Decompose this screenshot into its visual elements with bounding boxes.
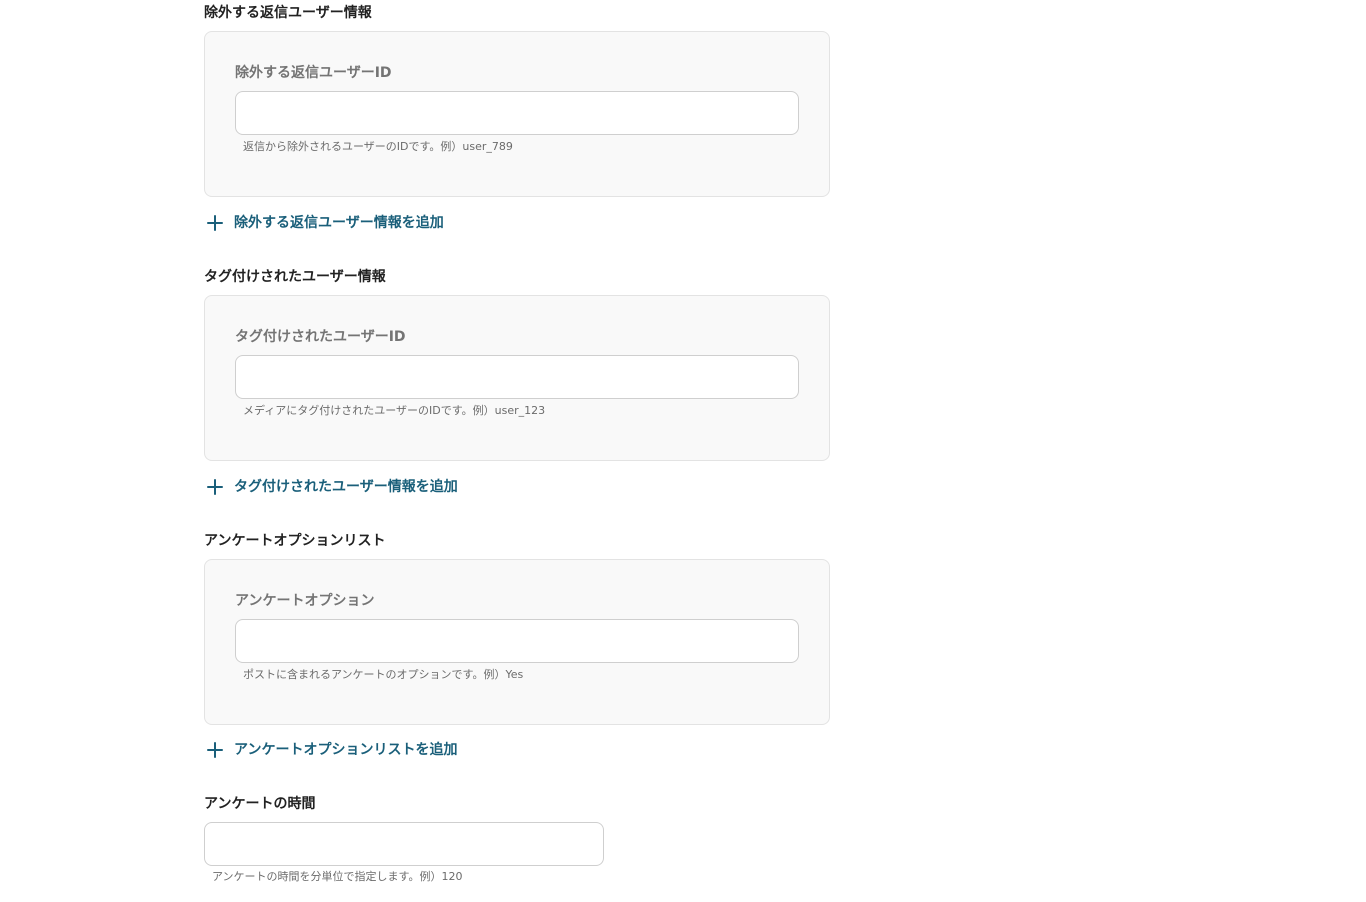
field-label-excluded-reply-user-id: 除外する返信ユーザーID <box>235 65 392 81</box>
plus-icon <box>205 477 225 497</box>
hint-tagged-user-id: メディアにタグ付けされたユーザーのIDです。例）user_123 <box>243 404 546 417</box>
poll-option-input[interactable] <box>235 619 799 663</box>
hint-poll-duration: アンケートの時間を分単位で指定します。例）120 <box>212 870 463 883</box>
section-title-poll-options: アンケートオプションリスト <box>204 533 386 549</box>
section-title-excluded-reply-users: 除外する返信ユーザー情報 <box>204 5 372 21</box>
excluded-reply-user-id-input[interactable] <box>235 91 799 135</box>
hint-poll-option: ポストに含まれるアンケートのオプションです。例）Yes <box>243 668 524 681</box>
add-excluded-reply-user-button[interactable]: 除外する返信ユーザー情報を追加 <box>204 211 444 235</box>
add-tagged-user-label: タグ付けされたユーザー情報を追加 <box>234 479 458 495</box>
add-tagged-user-button[interactable]: タグ付けされたユーザー情報を追加 <box>204 475 458 499</box>
plus-icon <box>205 213 225 233</box>
field-label-poll-option: アンケートオプション <box>235 593 375 609</box>
hint-excluded-reply-user-id: 返信から除外されるユーザーのIDです。例）user_789 <box>243 140 513 153</box>
tagged-user-id-input[interactable] <box>235 355 799 399</box>
poll-duration-input[interactable] <box>204 822 604 866</box>
add-poll-option-button[interactable]: アンケートオプションリストを追加 <box>204 738 457 762</box>
panel-tagged-users: タグ付けされたユーザーID メディアにタグ付けされたユーザーのIDです。例）us… <box>204 295 830 461</box>
section-title-tagged-users: タグ付けされたユーザー情報 <box>204 269 386 285</box>
panel-excluded-reply-users: 除外する返信ユーザーID 返信から除外されるユーザーのIDです。例）user_7… <box>204 31 830 197</box>
panel-poll-options: アンケートオプション ポストに含まれるアンケートのオプションです。例）Yes <box>204 559 830 725</box>
plus-icon <box>205 740 225 760</box>
add-excluded-reply-user-label: 除外する返信ユーザー情報を追加 <box>234 215 444 231</box>
add-poll-option-label: アンケートオプションリストを追加 <box>234 742 458 758</box>
field-label-tagged-user-id: タグ付けされたユーザーID <box>235 329 406 345</box>
section-title-poll-duration: アンケートの時間 <box>204 796 316 812</box>
